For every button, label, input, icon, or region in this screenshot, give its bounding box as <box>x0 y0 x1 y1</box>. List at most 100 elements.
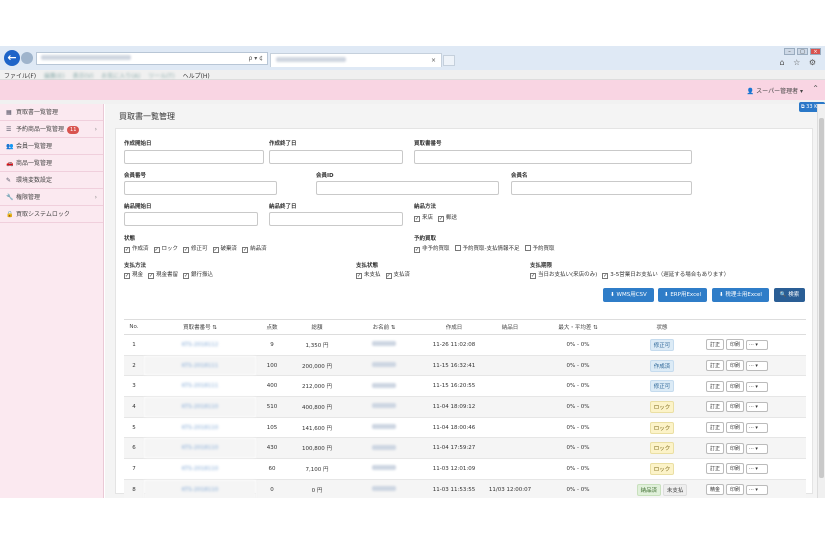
row-action-button[interactable]: 印刷 <box>726 484 745 496</box>
checkbox-option[interactable]: ✓ 作成済 <box>124 246 149 253</box>
user-menu[interactable]: 👤 スーパー管理者 ▾ <box>747 86 803 95</box>
sidebar-item[interactable]: 🚗 商品一覧管理 <box>0 155 103 172</box>
checkbox-icon[interactable]: ✓ <box>124 247 130 253</box>
checkbox-option[interactable]: ✓ 破棄済 <box>212 246 237 253</box>
row-action-button[interactable]: 訂正 <box>706 380 725 392</box>
row-action-button[interactable]: 訂正 <box>706 339 725 351</box>
row-action-button[interactable]: 精金 <box>706 484 725 496</box>
checkbox-option[interactable]: ✓ 現金書留 <box>148 272 178 279</box>
row-more-dropdown[interactable]: ··· ▾ <box>746 340 769 351</box>
checkbox-option[interactable]: ✓ 支払済 <box>385 272 410 279</box>
checkbox-icon[interactable]: ✓ <box>385 273 392 279</box>
row-more-dropdown[interactable]: ··· ▾ <box>746 423 769 434</box>
scrollbar-thumb[interactable] <box>819 118 824 478</box>
row-action-button[interactable]: 印刷 <box>726 401 745 413</box>
create-start-input[interactable] <box>124 150 264 164</box>
checkbox-option[interactable]: ✓ 修正可 <box>183 246 208 253</box>
cell-code[interactable]: KTS-2018111 <box>144 355 256 377</box>
row-more-dropdown[interactable]: ··· ▾ <box>746 381 769 392</box>
row-action-button[interactable]: 訂正 <box>706 401 725 413</box>
new-tab-button[interactable] <box>443 55 455 66</box>
column-header[interactable]: お名前 ⇅ <box>346 319 422 335</box>
delivery-end-input[interactable] <box>269 212 403 226</box>
cell-code[interactable]: KTS-2018110 <box>144 458 256 480</box>
checkbox-icon[interactable]: ✓ <box>242 247 249 253</box>
row-more-dropdown[interactable]: ··· ▾ <box>746 361 769 372</box>
menu-item[interactable]: ツール(T) <box>148 73 174 80</box>
search-button[interactable]: 🔍 検索 <box>774 288 805 302</box>
row-action-button[interactable]: 訂正 <box>706 442 725 454</box>
row-more-dropdown[interactable]: ··· ▾ <box>746 402 769 413</box>
purchase-no-input[interactable] <box>414 150 692 164</box>
checkbox-option[interactable]: ✓ 非予約買取 <box>414 246 450 253</box>
checkbox-icon[interactable]: ✓ <box>414 247 420 253</box>
checkbox-icon[interactable]: ✓ <box>602 273 609 279</box>
cell-code[interactable]: KTS-2018111 <box>144 375 256 398</box>
cell-code[interactable]: KTS-2018112 <box>144 334 256 356</box>
cell-code[interactable]: KTS-2018110 <box>144 417 256 439</box>
tab-close-icon[interactable]: × <box>431 57 436 64</box>
sidebar-item[interactable]: 👥 会員一覧管理 <box>0 138 103 155</box>
row-action-button[interactable]: 訂正 <box>706 463 725 475</box>
checkbox-option[interactable]: ✓ 納品済 <box>242 246 267 253</box>
menu-item[interactable]: お気に入り(A) <box>101 73 140 80</box>
checkbox-icon[interactable]: ✓ <box>212 247 219 253</box>
menu-item[interactable]: ヘルプ(H) <box>183 73 210 80</box>
row-action-button[interactable]: 印刷 <box>726 463 745 475</box>
row-action-button[interactable]: 印刷 <box>726 422 745 434</box>
tax-excel-button[interactable]: ⬇ 税理士用Excel <box>712 288 769 302</box>
cell-code[interactable]: KTS-2018110 <box>144 479 256 498</box>
checkbox-icon[interactable]: ✓ <box>183 247 190 253</box>
checkbox-option[interactable]: ✓ 3-5営業日お支払い（遅延する場合もあります） <box>602 272 729 279</box>
checkbox-icon[interactable]: ✓ <box>124 273 130 279</box>
checkbox-option[interactable]: ✓ 来店 <box>414 215 433 222</box>
menu-item[interactable]: 編集(E) <box>44 73 64 80</box>
column-header[interactable]: 最大・平均差 ⇅ <box>534 319 622 335</box>
browser-tools-icons[interactable]: ⌂ ☆ ⚙ <box>779 58 819 67</box>
close-icon[interactable]: × <box>810 48 821 55</box>
maximize-icon[interactable]: □ <box>797 48 808 55</box>
row-action-button[interactable]: 印刷 <box>726 442 745 454</box>
checkbox-option[interactable]: ✓ ロック <box>153 246 178 253</box>
checkbox-option[interactable]: 予約買取 <box>524 245 555 252</box>
row-more-dropdown[interactable]: ··· ▾ <box>746 443 769 454</box>
row-more-dropdown[interactable]: ··· ▾ <box>746 485 769 496</box>
cell-code[interactable]: KTS-2018110 <box>144 396 256 418</box>
checkbox-icon[interactable]: ✓ <box>153 247 160 253</box>
menu-item[interactable]: 表示(V) <box>73 73 94 80</box>
sidebar-item[interactable]: ▦ 買取書一覧管理 <box>0 104 103 121</box>
member-no-input[interactable] <box>124 181 277 195</box>
checkbox-icon[interactable] <box>524 245 531 251</box>
checkbox-icon[interactable] <box>454 245 461 251</box>
sidebar-item[interactable]: ☰ 予約商品一覧管理 11 › <box>0 121 103 138</box>
browser-tab[interactable]: × <box>270 53 442 67</box>
member-id-input[interactable] <box>316 181 499 195</box>
checkbox-option[interactable]: ✓ 未支払 <box>356 272 381 279</box>
wms-csv-button[interactable]: ⬇ WMS用CSV <box>603 288 654 302</box>
address-controls[interactable]: ρ ▾ ¢ <box>249 55 263 62</box>
back-arrow-icon[interactable]: ← <box>4 50 20 66</box>
checkbox-option[interactable]: ✓ 現金 <box>124 272 143 279</box>
erp-excel-button[interactable]: ⬇ ERP用Excel <box>658 288 707 302</box>
checkbox-icon[interactable]: ✓ <box>530 273 536 279</box>
cell-code[interactable]: KTS-2018110 <box>144 437 256 460</box>
page-scrollbar[interactable] <box>817 104 825 498</box>
checkbox-icon[interactable]: ✓ <box>356 273 362 279</box>
menu-item[interactable]: ファイル(F) <box>4 73 36 80</box>
create-end-input[interactable] <box>269 150 403 164</box>
checkbox-option[interactable]: ✓ 銀行振込 <box>183 272 213 279</box>
checkbox-icon[interactable]: ✓ <box>183 273 190 279</box>
checkbox-icon[interactable]: ✓ <box>148 273 155 279</box>
checkbox-option[interactable]: 予約買取-支払情報不足 <box>454 245 520 252</box>
row-action-button[interactable]: 印刷 <box>726 360 745 372</box>
sidebar-item[interactable]: 🔧 権限管理 › <box>0 189 103 206</box>
row-action-button[interactable]: 訂正 <box>706 360 725 372</box>
sidebar-item[interactable]: ✎ 環境変数設定 <box>0 172 103 189</box>
delivery-start-input[interactable] <box>124 212 258 226</box>
checkbox-option[interactable]: ✓ 郵送 <box>438 215 457 222</box>
checkbox-icon[interactable]: ✓ <box>438 216 445 222</box>
minimize-icon[interactable]: – <box>784 48 795 55</box>
column-header[interactable]: 買取書番号 ⇅ <box>144 319 256 335</box>
row-action-button[interactable]: 印刷 <box>726 380 745 392</box>
member-name-input[interactable] <box>511 181 692 195</box>
